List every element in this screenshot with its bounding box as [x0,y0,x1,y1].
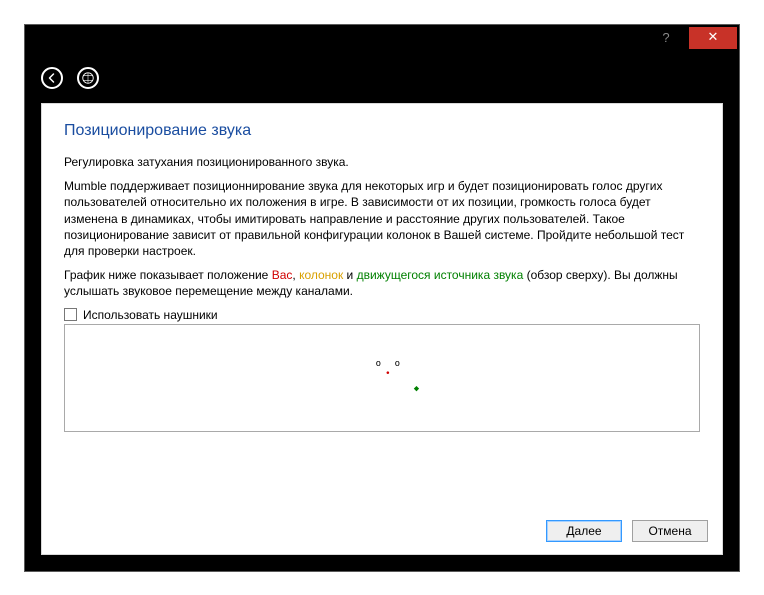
next-button[interactable]: Далее [546,520,622,542]
speaker-left-dot: o [376,361,381,367]
page-title: Позиционирование звука [64,122,700,140]
cancel-button[interactable]: Отмена [632,520,708,542]
legend-prefix: График ниже показывает положение [64,268,272,282]
speaker-right-dot: o [395,361,400,367]
app-icon [77,67,99,89]
legend-and: и [343,268,356,282]
legend-speakers: колонок [299,268,343,282]
back-button[interactable] [41,67,63,89]
globe-icon [81,71,95,85]
next-label-rest: алее [575,524,602,538]
content-inner: Позиционирование звука Регулировка затух… [64,122,700,502]
nav-area [25,51,739,105]
content-panel: Позиционирование звука Регулировка затух… [41,103,723,555]
headphones-label: Использовать наушники [83,308,218,322]
source-dot: ◆ [414,386,419,392]
you-dot: • [385,371,390,377]
legend-you: Вас [272,268,293,282]
positional-plot: o o • ◆ [64,324,700,432]
footer-buttons: Далее Отмена [546,520,708,542]
graph-legend-text: График ниже показывает положение Вас, ко… [64,267,700,299]
headphones-checkbox[interactable] [64,308,77,321]
close-button[interactable]: ✕ [689,27,737,49]
headphones-checkbox-row[interactable]: Использовать наушники [64,308,700,322]
titlebar: ? ✕ [25,25,739,51]
body-text: Mumble поддерживает позициoннирование зв… [64,178,700,259]
intro-text: Регулировка затухания позиционированного… [64,154,700,170]
help-button[interactable]: ? [643,27,689,49]
legend-source: движущегося источника звука [357,268,524,282]
next-mnemonic: Д [566,524,574,538]
arrow-left-icon [46,72,58,84]
wizard-window: ? ✕ Позиционирование звука Регулировка з… [24,24,740,572]
